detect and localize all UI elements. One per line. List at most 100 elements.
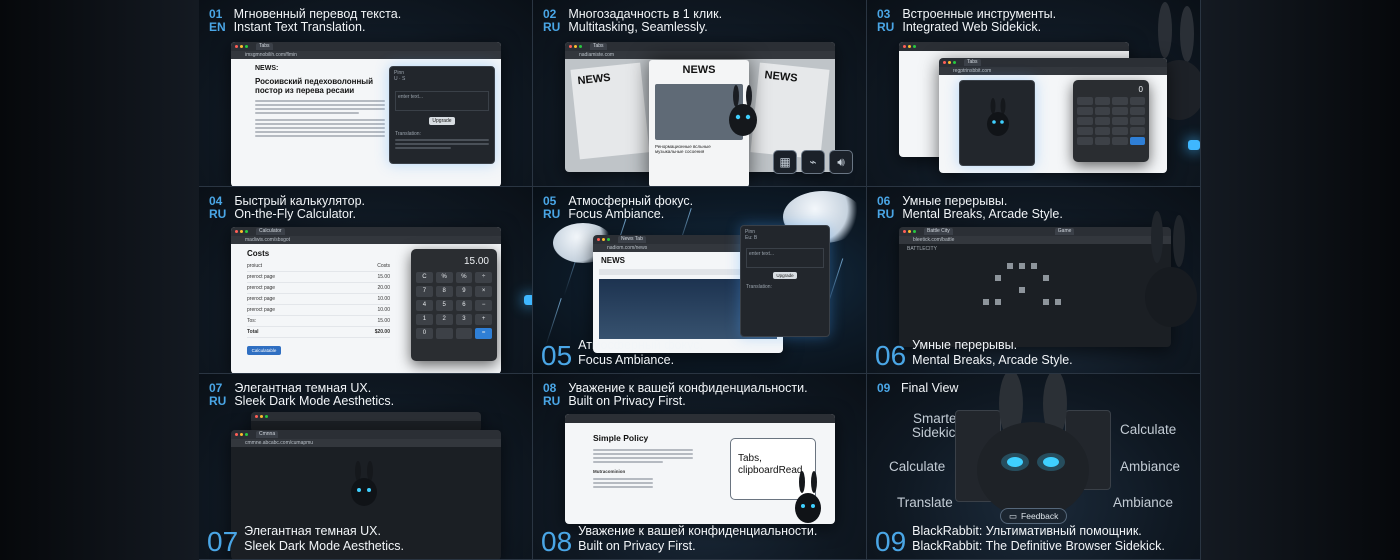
calc-key[interactable] (1094, 107, 1110, 115)
calc-key[interactable]: 5 (435, 300, 453, 311)
calc-key[interactable] (1094, 97, 1110, 105)
browser-tab[interactable]: Battle City (924, 228, 953, 235)
table-row-total: Total $20.00 (247, 327, 390, 338)
address-bar[interactable]: bleetick.com/battle (899, 236, 1171, 244)
address-bar[interactable]: cmmne.abcabc.com/cumapmu (231, 439, 501, 447)
calc-key[interactable] (1129, 97, 1145, 105)
calc-key[interactable] (1112, 127, 1128, 135)
translation-result: Translation: (746, 284, 772, 290)
panel-title-en: Sleek Dark Mode Aesthetics. (234, 394, 395, 408)
translate-input[interactable]: enter text... (746, 248, 824, 268)
calculate-button[interactable]: Calculatable (247, 346, 281, 355)
calc-key[interactable]: 3 (455, 314, 473, 325)
address-bar[interactable]: regptrinsbbit.com (939, 67, 1167, 75)
calc-key[interactable]: − (475, 300, 492, 311)
calc-key[interactable] (1094, 117, 1110, 125)
panel-title-en: Integrated Web Sidekick. (902, 20, 1042, 34)
calc-key[interactable]: × (475, 286, 492, 297)
calc-key[interactable] (1077, 97, 1093, 105)
table-row: preroct page 20.00 (247, 283, 390, 294)
browser-window: Battle City Game bleetick.com/battle BATT… (899, 227, 1171, 347)
panel-04: 04 RU Быстрый калькулятор. On-the-Fly Calc… (199, 187, 533, 374)
caption-number: 06 (875, 340, 907, 371)
feedback-button[interactable]: ▭ Feedback (1000, 508, 1068, 524)
address-bar[interactable]: imsgmnobilih.com/flmin (231, 51, 501, 59)
costs-title: Costs (247, 249, 270, 258)
calculator-keypad: C % % ÷ 7 8 9 × 4 5 6 − 1 2 3 + 0 = (416, 272, 492, 339)
panel-title-en: On-the-Fly Calculator. (234, 207, 356, 221)
calc-key[interactable]: % (435, 272, 453, 283)
feature-grid: 01 EN Мгновенный перевод текста. Instant T… (199, 0, 1201, 560)
calculator-icon[interactable]: ▦ (773, 150, 797, 174)
browser-tab[interactable]: News Tab (618, 236, 646, 243)
calc-key[interactable]: + (475, 314, 492, 325)
panel-title-en: Mental Breaks, Arcade Style. (902, 207, 1063, 221)
gamepad-icon[interactable]: ⌁ (801, 150, 825, 174)
panel-header: 09 Final View (877, 382, 958, 395)
panel-header: 07 RU Элегантная темная UX. Sleek Dark Mod… (209, 382, 394, 408)
calc-key[interactable] (1077, 107, 1093, 115)
calc-key[interactable]: C (416, 272, 433, 283)
browser-tab[interactable]: Cmnna (256, 431, 279, 438)
calc-key[interactable] (1094, 127, 1110, 135)
upgrade-button[interactable]: Upgrade (429, 117, 455, 125)
browser-tab[interactable]: Tabs (590, 43, 607, 50)
bunny-icon (987, 98, 1009, 136)
table-row: Tos: 15.00 (247, 316, 390, 327)
panel-lang: RU (877, 207, 895, 221)
calc-key[interactable] (1129, 117, 1145, 125)
calc-key[interactable] (455, 328, 473, 339)
browser-tab[interactable]: Game (1054, 228, 1075, 235)
browser-tab[interactable]: Calculator (256, 228, 285, 235)
calc-key[interactable] (1112, 107, 1128, 115)
translate-input[interactable]: enter text... (395, 91, 489, 111)
panel-06: 06 RU Умные перерывы. Mental Breaks, Arcad… (867, 187, 1201, 374)
calc-key[interactable] (1112, 97, 1128, 105)
browser-tab[interactable]: Tabs (964, 59, 981, 66)
calc-key[interactable] (1077, 127, 1093, 135)
panel-caption: 07 Элегантная темная UX. Sleek Dark Mode … (207, 525, 404, 556)
calc-equals-key[interactable]: = (475, 328, 492, 339)
calc-key[interactable]: 2 (435, 314, 453, 325)
panel-lang: RU (543, 394, 561, 408)
panel-lang: EN (209, 20, 226, 34)
calc-key[interactable]: 1 (416, 314, 433, 325)
calc-key[interactable]: ÷ (475, 272, 492, 283)
right-backdrop (1200, 0, 1400, 560)
panel-header: 02 RU Многозадачность в 1 клик. Multitaski… (543, 8, 722, 34)
news-left-title: NEWS (577, 71, 612, 88)
panel-caption: 06 Умные перерывы. Mental Breaks, Arcade … (875, 339, 1073, 371)
caption-number: 08 (541, 526, 573, 557)
calc-key[interactable] (1077, 137, 1093, 145)
calc-key[interactable]: 0 (416, 328, 433, 339)
address-bar[interactable]: madiwis.com/sbsgot (231, 236, 501, 244)
calc-key[interactable] (1112, 137, 1128, 145)
calc-key[interactable] (1129, 127, 1145, 135)
upgrade-button[interactable]: Upgrade (773, 272, 797, 279)
browser-tab[interactable]: Tabs (256, 43, 273, 50)
translator-popup: Pinn U · S enter text... Upgrade Translat… (389, 66, 495, 164)
glow-eye (524, 295, 532, 305)
calc-key[interactable] (1112, 117, 1128, 125)
calculator-display: 15.00 (463, 256, 489, 267)
calc-key[interactable]: % (455, 272, 473, 283)
calc-key[interactable]: 6 (455, 300, 473, 311)
caption-en: Sleek Dark Mode Aesthetics. (244, 539, 404, 553)
calc-key[interactable] (1129, 107, 1145, 115)
calc-key[interactable] (435, 328, 453, 339)
calc-equals-key[interactable] (1129, 137, 1145, 145)
panel-title: Final View (901, 381, 959, 395)
calc-key[interactable]: 9 (455, 286, 473, 297)
calc-key[interactable] (1094, 137, 1110, 145)
panel-lang: RU (209, 207, 227, 221)
calc-key[interactable]: 7 (416, 286, 433, 297)
row-item: preroct page (247, 307, 276, 313)
panel-caption: 09 BlackRabbit: Ультимативный помощник. B… (875, 525, 1165, 556)
panel-caption: 05 Атмосферный фокус. Focus Ambiance. (541, 339, 703, 370)
news-caption: Ренормационные всльные музыкальные сосое… (655, 144, 711, 154)
speaker-icon[interactable]: 🔊︎ (829, 150, 853, 174)
calc-key[interactable]: 4 (416, 300, 433, 311)
calc-key[interactable] (1077, 117, 1093, 125)
calc-key[interactable]: 8 (435, 286, 453, 297)
address-bar[interactable]: nadiamiste.com (565, 51, 835, 59)
